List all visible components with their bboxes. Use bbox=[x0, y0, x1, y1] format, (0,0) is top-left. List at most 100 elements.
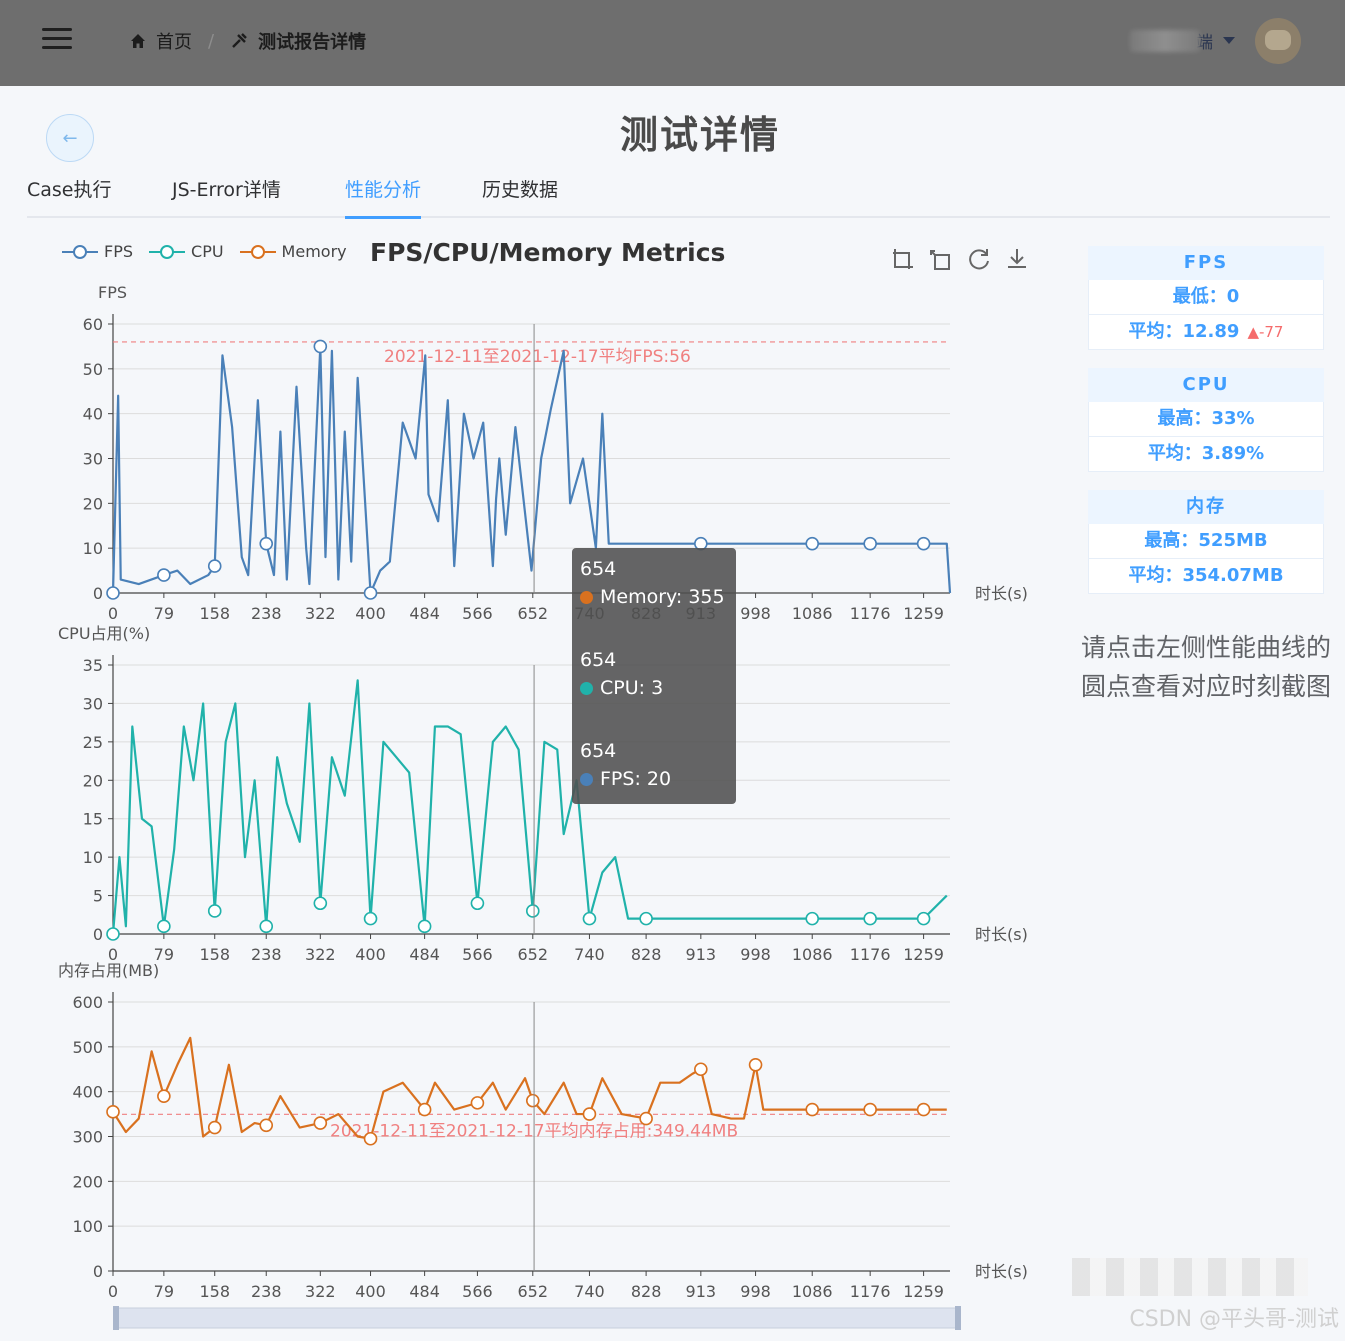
page-title: 测试详情 bbox=[619, 113, 780, 157]
x-tick-label: 998 bbox=[740, 945, 771, 964]
data-point[interactable] bbox=[863, 911, 877, 926]
data-point[interactable] bbox=[694, 1062, 708, 1077]
zoom-handle-right[interactable] bbox=[955, 1306, 961, 1330]
breadcrumb-home[interactable]: 首页 bbox=[156, 28, 192, 54]
hamburger-menu-icon[interactable] bbox=[42, 28, 72, 52]
data-point[interactable] bbox=[106, 1105, 120, 1119]
chart-tooltip: 654 Memory: 355 654 CPU: 3 654 FPS: 20 bbox=[572, 548, 736, 804]
data-zoom-slider[interactable] bbox=[115, 1307, 959, 1329]
x-tick-label: 1176 bbox=[850, 945, 891, 964]
y-tick-label: 10 bbox=[83, 539, 103, 558]
metrics-charts-svg[interactable]: 0102030405060079158238322400484566652740… bbox=[0, 228, 1060, 1341]
x-tick-label: 400 bbox=[355, 1282, 386, 1301]
x-tick-label: 740 bbox=[574, 1282, 605, 1301]
data-point[interactable] bbox=[639, 1111, 653, 1126]
data-point[interactable] bbox=[916, 911, 931, 926]
cpu-max: 最高：33% bbox=[1088, 402, 1324, 437]
data-point[interactable] bbox=[259, 919, 274, 934]
fps-avg-row: 平均：12.89 ▲-77 bbox=[1088, 315, 1324, 350]
user-menu[interactable]: 端 bbox=[1130, 28, 1235, 53]
tooltip-fps: FPS: 20 bbox=[600, 768, 672, 790]
data-point[interactable] bbox=[259, 536, 274, 551]
data-point[interactable] bbox=[916, 1102, 931, 1117]
y-tick-label: 100 bbox=[72, 1217, 103, 1236]
avatar[interactable] bbox=[1255, 18, 1301, 64]
series-line-fps[interactable] bbox=[111, 345, 952, 595]
y-tick-label: 20 bbox=[83, 494, 103, 513]
breadcrumb-current: 测试报告详情 bbox=[258, 32, 367, 53]
x-tick-label: 1259 bbox=[903, 945, 944, 964]
data-point[interactable] bbox=[207, 904, 222, 918]
data-point[interactable] bbox=[313, 339, 328, 354]
x-tick-label: 79 bbox=[154, 604, 174, 623]
tab-history[interactable]: 历史数据 bbox=[482, 176, 558, 216]
data-point[interactable] bbox=[207, 1120, 222, 1135]
chart-panel-2: 0 100 200 300 400 500 600 0 79 158 238 322 400 484 566… bbox=[58, 961, 1028, 1301]
data-point[interactable] bbox=[417, 1102, 432, 1117]
data-point[interactable] bbox=[106, 586, 120, 600]
tab-bar: Case执行 JS-Error详情 性能分析 历史数据 bbox=[27, 176, 1330, 219]
data-point[interactable] bbox=[863, 1102, 877, 1117]
data-point[interactable] bbox=[363, 586, 378, 600]
x-tick-label: 566 bbox=[462, 1282, 493, 1301]
data-point[interactable] bbox=[582, 911, 597, 926]
y-tick-label: 35 bbox=[83, 656, 103, 675]
tooltip-memory-dot bbox=[580, 591, 593, 604]
x-tick-label: 828 bbox=[631, 1282, 662, 1301]
data-point[interactable] bbox=[582, 1107, 597, 1121]
y-tick-label: 500 bbox=[72, 1038, 103, 1057]
data-point[interactable] bbox=[363, 1131, 378, 1146]
watermark: CSDN @平头哥-测试 bbox=[1129, 1307, 1339, 1332]
data-point[interactable] bbox=[313, 896, 328, 911]
x-tick-label: 652 bbox=[518, 604, 549, 623]
metrics-chart-panel: FPS CPU Memory FPS/CPU/Memory Metrics 01… bbox=[0, 228, 1060, 1341]
chart-panel-1: 051015202530350 79 158 238 322 400 484 566 652 74… bbox=[58, 624, 1028, 964]
chevron-down-icon bbox=[1223, 37, 1235, 44]
tab-case-execution[interactable]: Case执行 bbox=[27, 176, 112, 216]
data-point[interactable] bbox=[157, 568, 171, 582]
data-point[interactable] bbox=[207, 559, 222, 573]
x-tick-label: 484 bbox=[409, 1282, 440, 1301]
x-tick-label: 1086 bbox=[792, 604, 833, 623]
data-point[interactable] bbox=[417, 919, 432, 934]
data-point[interactable] bbox=[259, 1118, 274, 1133]
home-icon bbox=[131, 34, 145, 48]
x-tick-label: 998 bbox=[740, 604, 771, 623]
fps-avg: 平均：12.89 bbox=[1128, 321, 1240, 342]
fps-delta: ▲-77 bbox=[1247, 323, 1284, 341]
watermark-blur bbox=[1072, 1258, 1308, 1296]
y-tick-label: 5 bbox=[93, 887, 103, 906]
data-point[interactable] bbox=[470, 896, 485, 911]
x-tick-label: 322 bbox=[305, 1282, 336, 1301]
tab-js-error[interactable]: JS-Error详情 bbox=[172, 176, 281, 216]
data-point[interactable] bbox=[106, 927, 120, 941]
screenshot-hint: 请点击左侧性能曲线的圆点查看对应时刻截图 bbox=[1080, 633, 1331, 701]
top-navbar: 首页 / 测试报告详情 端 bbox=[0, 0, 1345, 86]
data-point[interactable] bbox=[313, 1116, 328, 1130]
data-point[interactable] bbox=[363, 911, 378, 926]
zoom-handle-left[interactable] bbox=[113, 1306, 119, 1330]
y-tick-label: 30 bbox=[83, 450, 103, 469]
tooltip-cpu: CPU: 3 bbox=[600, 677, 664, 699]
data-point[interactable] bbox=[805, 1102, 820, 1117]
data-point[interactable] bbox=[157, 1089, 171, 1103]
data-point[interactable] bbox=[863, 536, 877, 551]
x-tick-label: 828 bbox=[631, 945, 662, 964]
data-point[interactable] bbox=[639, 911, 653, 926]
data-point[interactable] bbox=[748, 1057, 763, 1072]
data-point[interactable] bbox=[470, 1096, 485, 1110]
data-point[interactable] bbox=[805, 536, 820, 551]
x-tick-label: 238 bbox=[251, 604, 282, 623]
y-tick-label: 60 bbox=[83, 315, 103, 334]
x-tick-label: 1259 bbox=[903, 604, 944, 623]
fps-stats-title: FPS bbox=[1088, 246, 1324, 280]
breadcrumb-separator: / bbox=[208, 30, 215, 52]
data-point[interactable] bbox=[525, 904, 540, 918]
data-point[interactable] bbox=[916, 536, 931, 551]
data-point[interactable] bbox=[157, 919, 171, 934]
tools-icon bbox=[232, 33, 247, 48]
tab-performance[interactable]: 性能分析 bbox=[345, 176, 422, 219]
y-tick-label: 200 bbox=[72, 1172, 103, 1191]
data-point[interactable] bbox=[805, 911, 820, 926]
data-point[interactable] bbox=[525, 1093, 540, 1108]
